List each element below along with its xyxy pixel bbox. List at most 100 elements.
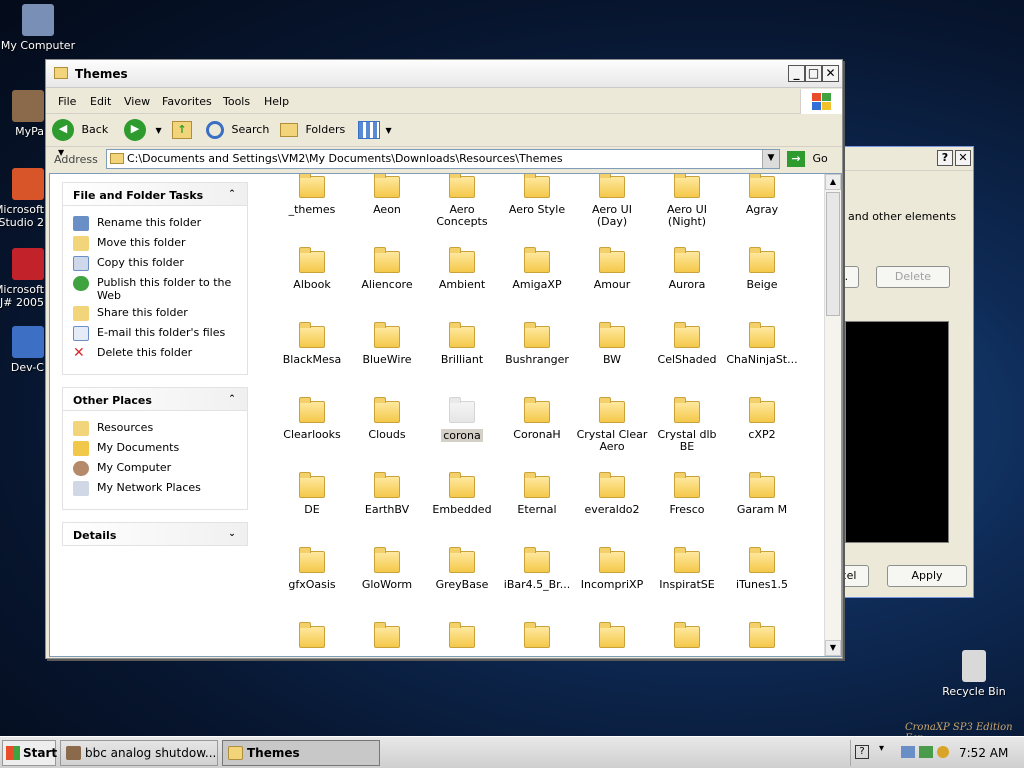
desktop-icon-my-computer[interactable]: My Computer	[0, 4, 78, 52]
task-email-files[interactable]: E-mail this folder's files	[73, 326, 237, 342]
desktop-icon-dev-c[interactable]: Dev-C	[0, 326, 44, 374]
folder-item[interactable]: _themes	[276, 174, 348, 216]
place-my-documents[interactable]: My Documents	[73, 441, 237, 457]
folder-item[interactable]: Beige	[726, 247, 798, 291]
folder-item[interactable]: IncompriXP	[576, 547, 648, 591]
folder-item[interactable]: ChaNinjaSt...	[726, 322, 798, 366]
folder-item[interactable]: Aero Concepts	[426, 174, 498, 228]
folder-item[interactable]: everaldo2	[576, 472, 648, 516]
folder-item[interactable]: Aurora	[651, 247, 723, 291]
language-icon[interactable]: ▾	[879, 743, 884, 754]
menu-edit[interactable]: Edit	[90, 95, 111, 108]
folder-item[interactable]: EarthBV	[351, 472, 423, 516]
menu-favorites[interactable]: Favorites	[162, 95, 212, 108]
menu-help[interactable]: Help	[264, 95, 289, 108]
scroll-down-icon[interactable]: ▼	[825, 640, 841, 656]
folder-item[interactable]	[651, 622, 723, 654]
folder-item[interactable]: Crystal dlb BE	[651, 397, 723, 453]
menu-view[interactable]: View	[124, 95, 150, 108]
folder-item[interactable]: Aliencore	[351, 247, 423, 291]
task-move-folder[interactable]: Move this folder	[73, 236, 237, 252]
minimize-button[interactable]: _	[788, 65, 805, 82]
desktop-icon-visual-studio[interactable]: Microsoft Studio 2	[0, 168, 44, 229]
search-button[interactable]: Search	[206, 119, 272, 143]
folder-item[interactable]: corona	[426, 397, 498, 442]
folder-item[interactable]: CelShaded	[651, 322, 723, 366]
folder-item[interactable]: BlueWire	[351, 322, 423, 366]
folders-button[interactable]: Folders	[280, 119, 346, 143]
vertical-scrollbar[interactable]: ▲ ▼	[824, 174, 841, 656]
volume-icon[interactable]	[919, 746, 933, 758]
collapse-icon[interactable]: ⌃	[225, 187, 239, 201]
folder-item[interactable]: Albook	[276, 247, 348, 291]
dialog-help-button[interactable]: ?	[937, 150, 953, 166]
folder-item[interactable]: Garam M	[726, 472, 798, 516]
task-rename-folder[interactable]: Rename this folder	[73, 216, 237, 232]
up-folder-button[interactable]: ↑	[172, 119, 196, 143]
task-share-folder[interactable]: Share this folder	[73, 306, 237, 322]
task-publish-folder[interactable]: Publish this folder to the Web	[73, 276, 237, 302]
folder-item[interactable]	[276, 622, 348, 654]
folder-item[interactable]: Brilliant	[426, 322, 498, 366]
folder-item[interactable]: Aero UI (Day)	[576, 174, 648, 228]
taskbar-item-bbc[interactable]: bbc analog shutdow...	[60, 740, 218, 766]
folder-item[interactable]: Embedded	[426, 472, 498, 516]
forward-button[interactable]: ▶ ▼	[124, 119, 164, 143]
place-my-network-places[interactable]: My Network Places	[73, 481, 237, 497]
folder-item[interactable]	[501, 622, 573, 654]
clock[interactable]: 7:52 AM	[959, 746, 1008, 760]
folder-item[interactable]: Fresco	[651, 472, 723, 516]
folder-item[interactable]: iBar4.5_Br...	[501, 547, 573, 591]
place-resources[interactable]: Resources	[73, 421, 237, 437]
folder-item[interactable]: Bushranger	[501, 322, 573, 366]
menu-file[interactable]: File	[58, 95, 76, 108]
views-button[interactable]: ▼	[358, 119, 394, 143]
task-delete-folder[interactable]: ✕ Delete this folder	[73, 346, 237, 362]
folder-item[interactable]: AmigaXP	[501, 247, 573, 291]
desktop-icon-recycle-bin[interactable]: Recycle Bin	[934, 650, 1014, 698]
folder-item[interactable]	[726, 622, 798, 654]
chevron-down-icon[interactable]: ▼	[762, 150, 779, 168]
folder-item[interactable]: cXP2	[726, 397, 798, 441]
folder-item[interactable]: InspiratSE	[651, 547, 723, 591]
collapse-icon[interactable]: ⌃	[225, 392, 239, 406]
folder-item[interactable]	[351, 622, 423, 654]
dialog-apply-button[interactable]: Apply	[887, 565, 967, 587]
desktop-icon-mypa[interactable]: MyPa	[0, 90, 44, 138]
folder-item[interactable]	[426, 622, 498, 654]
folder-item[interactable]: CoronaH	[501, 397, 573, 441]
clock-tray-icon[interactable]	[937, 746, 949, 758]
folder-item[interactable]: GreyBase	[426, 547, 498, 591]
folder-item[interactable]: BW	[576, 322, 648, 366]
menu-tools[interactable]: Tools	[223, 95, 250, 108]
close-button[interactable]: ✕	[822, 65, 839, 82]
help-icon[interactable]: ?	[855, 745, 869, 759]
folder-item[interactable]: Crystal Clear Aero	[576, 397, 648, 453]
folder-item[interactable]: Clouds	[351, 397, 423, 441]
taskbar-item-themes[interactable]: Themes	[222, 740, 380, 766]
folder-item[interactable]: gfxOasis	[276, 547, 348, 591]
folder-item[interactable]: iTunes1.5	[726, 547, 798, 591]
panel-header[interactable]: File and Folder Tasks ⌃	[62, 182, 248, 206]
scroll-thumb[interactable]	[826, 192, 840, 316]
folder-item[interactable]	[576, 622, 648, 654]
desktop-icon-vjsharp[interactable]: Microsoft J# 2005	[0, 248, 44, 309]
folder-item[interactable]: GloWorm	[351, 547, 423, 591]
folder-item[interactable]: BlackMesa	[276, 322, 348, 366]
scroll-up-icon[interactable]: ▲	[825, 174, 841, 190]
go-button[interactable]: → Go	[787, 150, 828, 170]
folder-item[interactable]: Aero UI (Night)	[651, 174, 723, 228]
folder-item[interactable]: Amour	[576, 247, 648, 291]
folder-item[interactable]: DE	[276, 472, 348, 516]
window-titlebar[interactable]: Themes _ □ ✕	[46, 60, 842, 88]
task-copy-folder[interactable]: Copy this folder	[73, 256, 237, 272]
folder-item[interactable]: Agray	[726, 174, 798, 216]
folder-item[interactable]: Ambient	[426, 247, 498, 291]
folder-item[interactable]: Clearlooks	[276, 397, 348, 441]
panel-header[interactable]: Details ⌄	[62, 522, 248, 546]
network-icon[interactable]	[901, 746, 915, 758]
folder-item[interactable]: Aero Style	[501, 174, 573, 216]
back-button[interactable]: ◀ Back ▼	[52, 119, 118, 157]
folder-item[interactable]: Aeon	[351, 174, 423, 216]
folder-item[interactable]: Eternal	[501, 472, 573, 516]
